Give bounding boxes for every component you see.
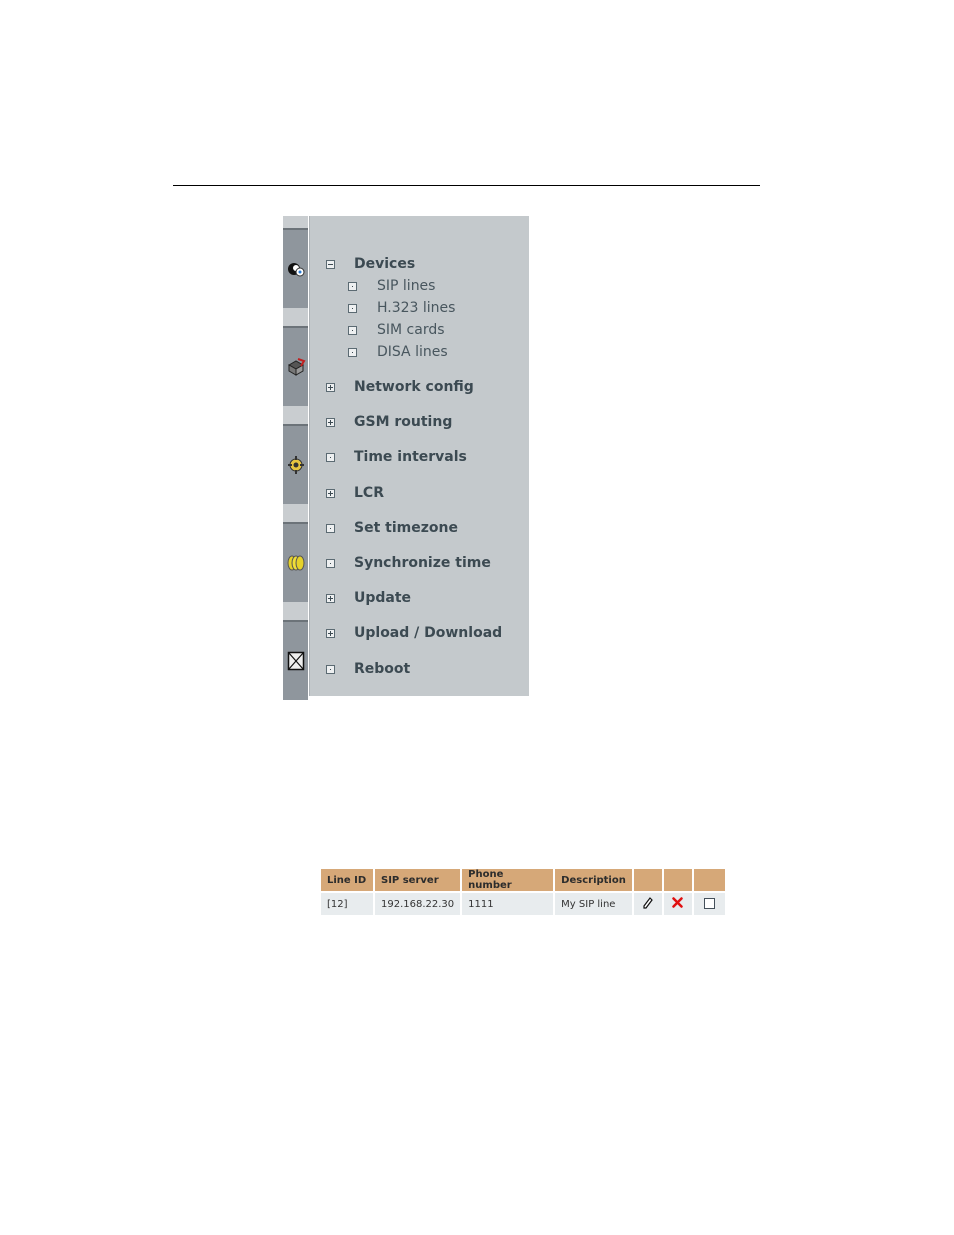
column-header-phone-number: Phone number — [462, 869, 554, 893]
menu-item-label: Network config — [354, 379, 474, 395]
strip-tab-network[interactable] — [283, 326, 308, 406]
network-icon — [286, 357, 306, 377]
menu-item-update[interactable]: Update — [326, 589, 411, 607]
leaf-bullet-icon — [326, 664, 335, 674]
menu-item-label: H.323 lines — [377, 300, 456, 316]
menu-item-time-intervals[interactable]: Time intervals — [326, 448, 467, 466]
column-header-delete — [663, 869, 692, 893]
leaf-bullet-icon — [326, 452, 335, 462]
column-header-sip-server: SIP server — [375, 869, 461, 893]
mail-icon — [287, 651, 305, 671]
expand-icon[interactable] — [326, 417, 335, 427]
menu-item-sim-cards[interactable]: SIM cards — [348, 321, 445, 339]
menu-item-label: Update — [354, 590, 412, 606]
menu-item-lcr[interactable]: LCR — [326, 484, 384, 502]
menu-item-label: SIM cards — [377, 322, 445, 338]
menu-item-label: SIP lines — [377, 278, 436, 294]
menu-item-label: Upload / Download — [354, 625, 503, 641]
menu-item-devices[interactable]: Devices — [326, 255, 415, 273]
cell-phone-number: 1111 — [462, 893, 554, 915]
cell-sip-server: 192.168.22.30 — [375, 893, 461, 915]
strip-tab-billing[interactable] — [283, 522, 308, 602]
leaf-bullet-icon — [348, 325, 357, 335]
header-rule — [173, 185, 760, 186]
menu-item-network-config[interactable]: Network config — [326, 378, 474, 396]
menu-item-label: Reboot — [354, 661, 411, 677]
column-header-edit — [633, 869, 662, 893]
menu-item-h323-lines[interactable]: H.323 lines — [348, 299, 455, 317]
menu-item-label: DISA lines — [377, 344, 448, 360]
navigation-menu: Devices SIP lines H.323 lines SIM cards … — [309, 216, 529, 696]
strip-tab-user[interactable] — [283, 228, 308, 308]
column-header-description: Description — [555, 869, 632, 893]
menu-item-label: GSM routing — [354, 414, 453, 430]
user-icon — [286, 260, 306, 278]
table-header-row: Line ID SIP server Phone number Descript… — [321, 869, 725, 893]
expand-icon[interactable] — [326, 488, 335, 498]
leaf-bullet-icon — [348, 303, 357, 313]
menu-item-disa-lines[interactable]: DISA lines — [348, 343, 448, 361]
cell-description: My SIP line — [555, 893, 632, 915]
cell-line-id: [12] — [321, 893, 373, 915]
menu-item-label: Time intervals — [354, 449, 467, 465]
icon-strip — [283, 216, 308, 700]
column-header-line-id: Line ID — [321, 869, 373, 893]
row-select-checkbox[interactable] — [703, 898, 715, 910]
sip-lines-table: Line ID SIP server Phone number Descript… — [319, 869, 727, 915]
cell-select — [693, 893, 725, 915]
menu-item-label: LCR — [354, 485, 384, 501]
collapse-icon[interactable] — [326, 259, 335, 269]
menu-item-set-timezone[interactable]: Set timezone — [326, 519, 458, 537]
cell-edit — [633, 893, 662, 915]
table-row: [12] 192.168.22.30 1111 My SIP line — [321, 893, 725, 915]
leaf-bullet-icon — [326, 558, 335, 568]
menu-item-label: Devices — [354, 256, 416, 272]
strip-tab-settings[interactable] — [283, 424, 308, 504]
leaf-bullet-icon — [348, 281, 357, 291]
strip-tab-mail[interactable] — [283, 620, 308, 700]
coins-icon — [286, 555, 306, 571]
menu-item-sip-lines[interactable]: SIP lines — [348, 277, 435, 295]
leaf-bullet-icon — [348, 347, 357, 357]
expand-icon[interactable] — [326, 382, 335, 392]
leaf-bullet-icon — [326, 523, 335, 533]
cell-delete — [663, 893, 692, 915]
menu-item-reboot[interactable]: Reboot — [326, 660, 410, 678]
delete-icon[interactable] — [672, 897, 684, 911]
expand-icon[interactable] — [326, 593, 335, 603]
menu-item-label: Synchronize time — [354, 555, 491, 571]
menu-item-gsm-routing[interactable]: GSM routing — [326, 413, 452, 431]
menu-item-upload-download[interactable]: Upload / Download — [326, 624, 502, 642]
column-header-select — [693, 869, 725, 893]
menu-item-synchronize-time[interactable]: Synchronize time — [326, 554, 491, 572]
expand-icon[interactable] — [326, 628, 335, 638]
gear-icon — [287, 455, 305, 475]
menu-item-label: Set timezone — [354, 520, 458, 536]
pencil-icon[interactable] — [643, 896, 653, 912]
